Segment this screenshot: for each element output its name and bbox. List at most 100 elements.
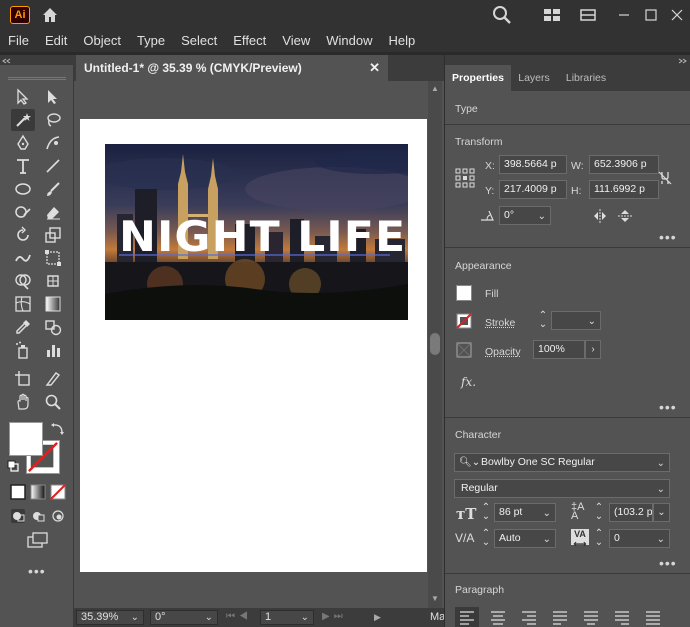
font-size-stepper-icon[interactable]: ⌃ ⌄: [480, 503, 492, 522]
zoom-field[interactable]: 35.39% ⌄: [76, 610, 144, 625]
artboard[interactable]: NIGHT LIFE: [80, 119, 427, 572]
symbol-sprayer-tool-icon[interactable]: [11, 339, 35, 361]
live-paint-tool-icon[interactable]: [41, 270, 65, 292]
tab-layers[interactable]: Layers: [511, 65, 557, 91]
x-field[interactable]: 398.5664 p: [499, 155, 567, 174]
leading-field[interactable]: (103.2 pt: [609, 503, 653, 522]
tracking-stepper-icon[interactable]: ⌃ ⌄: [593, 529, 605, 548]
align-right-icon[interactable]: [517, 607, 541, 627]
menu-window[interactable]: Window: [318, 30, 380, 52]
chevron-down-icon[interactable]: ⌄: [205, 611, 213, 624]
status-play-icon[interactable]: ▶: [374, 612, 381, 623]
menu-object[interactable]: Object: [75, 30, 129, 52]
stroke-weight-field[interactable]: ⌄: [551, 311, 601, 330]
warp-tool-icon[interactable]: [11, 247, 35, 269]
constrain-proportions-icon[interactable]: [657, 170, 673, 186]
pen-tool-icon[interactable]: [11, 132, 35, 154]
line-segment-tool-icon[interactable]: [41, 155, 65, 177]
appearance-more-options-icon[interactable]: •••: [659, 399, 677, 415]
character-more-options-icon[interactable]: •••: [659, 555, 677, 571]
transform-more-options-icon[interactable]: •••: [659, 229, 677, 245]
artboard-number-field[interactable]: 1 ⌄: [260, 610, 314, 625]
gradient-mode-icon[interactable]: [30, 484, 46, 500]
swap-fill-stroke-icon[interactable]: [50, 421, 66, 437]
fx-icon[interactable]: fx.: [461, 375, 476, 389]
layout-icon[interactable]: [578, 5, 598, 25]
h-field[interactable]: 111.6992 p: [589, 180, 659, 199]
close-icon[interactable]: [664, 4, 690, 26]
close-document-icon[interactable]: ✕: [369, 55, 380, 81]
blend-tool-icon[interactable]: [41, 316, 65, 338]
tab-properties[interactable]: Properties: [445, 65, 511, 91]
scrollbar-thumb[interactable]: [430, 333, 440, 355]
tab-libraries[interactable]: Libraries: [557, 65, 615, 91]
direct-selection-tool-icon[interactable]: [41, 86, 65, 108]
gradient-tool-icon[interactable]: [41, 293, 65, 315]
tracking-field[interactable]: 0 ⌄: [609, 529, 670, 548]
scale-tool-icon[interactable]: [41, 224, 65, 246]
chevron-down-icon[interactable]: ⌄: [657, 455, 665, 472]
chevron-down-icon[interactable]: ⌄: [131, 611, 139, 624]
rotation-field[interactable]: 0° ⌄: [150, 610, 218, 625]
chevron-down-icon[interactable]: ⌄: [543, 505, 551, 521]
screen-mode-icon[interactable]: [26, 532, 50, 548]
vertical-scrollbar[interactable]: ▲ ▼: [428, 81, 442, 608]
draw-normal-icon[interactable]: [10, 508, 26, 524]
chevron-right-icon[interactable]: ›: [585, 340, 601, 359]
eraser-tool-icon[interactable]: [41, 201, 65, 223]
column-graph-tool-icon[interactable]: [41, 339, 65, 361]
shape-builder-tool-icon[interactable]: [11, 270, 35, 292]
search-icon[interactable]: [492, 5, 512, 25]
align-left-icon[interactable]: [455, 607, 479, 627]
menu-effect[interactable]: Effect: [225, 30, 274, 52]
artboard-nav-prev-icon[interactable]: ⏮◀: [226, 611, 252, 622]
lasso-tool-icon[interactable]: [41, 109, 65, 131]
curvature-tool-icon[interactable]: [41, 132, 65, 154]
opacity-field[interactable]: 100%: [533, 340, 585, 359]
chevron-down-icon[interactable]: ⌄: [653, 503, 670, 522]
shaper-tool-icon[interactable]: [11, 201, 35, 223]
w-field[interactable]: 652.3906 p: [589, 155, 659, 174]
type-tool-icon[interactable]: [11, 155, 35, 177]
mesh-tool-icon[interactable]: [11, 293, 35, 315]
draw-inside-icon[interactable]: [50, 508, 66, 524]
fill-color-swatch[interactable]: [456, 285, 472, 301]
leading-stepper-icon[interactable]: ⌃ ⌄: [593, 503, 605, 522]
document-tab[interactable]: Untitled-1* @ 35.39 % (CMYK/Preview) ✕: [76, 55, 388, 81]
draw-behind-icon[interactable]: [30, 508, 46, 524]
canvas[interactable]: NIGHT LIFE: [74, 81, 428, 608]
none-mode-icon[interactable]: [50, 484, 66, 500]
night-city-image[interactable]: NIGHT LIFE: [105, 144, 408, 320]
font-style-dropdown[interactable]: Regular ⌄: [454, 479, 670, 498]
color-mode-icon[interactable]: [10, 484, 26, 500]
home-icon[interactable]: [40, 5, 60, 25]
chevron-down-icon[interactable]: ⌄: [538, 208, 546, 224]
free-transform-tool-icon[interactable]: [41, 247, 65, 269]
default-fill-stroke-icon[interactable]: [7, 460, 19, 472]
stroke-label[interactable]: Stroke: [485, 317, 515, 329]
justify-left-icon[interactable]: [548, 607, 572, 627]
opacity-label[interactable]: Opacity: [485, 346, 521, 358]
kerning-field[interactable]: Auto ⌄: [494, 529, 556, 548]
eyedropper-tool-icon[interactable]: [11, 316, 35, 338]
chevron-down-icon[interactable]: ⌄: [543, 531, 551, 547]
menu-file[interactable]: File: [0, 30, 37, 52]
fill-swatch-front[interactable]: [9, 422, 43, 456]
artboard-nav-next-icon[interactable]: ▶⏭: [322, 611, 347, 622]
chevron-down-icon[interactable]: ⌄: [657, 531, 665, 547]
maximize-icon[interactable]: [638, 4, 664, 26]
rotate-tool-icon[interactable]: [11, 224, 35, 246]
edit-toolbar-icon[interactable]: •••: [28, 563, 46, 579]
menu-view[interactable]: View: [274, 30, 318, 52]
flip-horizontal-icon[interactable]: [592, 208, 608, 224]
font-size-field[interactable]: 86 pt ⌄: [494, 503, 556, 522]
flip-vertical-icon[interactable]: [617, 208, 633, 224]
magic-wand-tool-icon[interactable]: [11, 109, 35, 131]
chevron-down-icon[interactable]: ⌄: [301, 611, 309, 624]
kerning-stepper-icon[interactable]: ⌃ ⌄: [480, 529, 492, 548]
menu-type[interactable]: Type: [129, 30, 173, 52]
tools-grip[interactable]: [8, 77, 66, 80]
align-center-icon[interactable]: [486, 607, 510, 627]
selection-tool-icon[interactable]: [11, 86, 35, 108]
workspace-icon[interactable]: [542, 5, 562, 25]
